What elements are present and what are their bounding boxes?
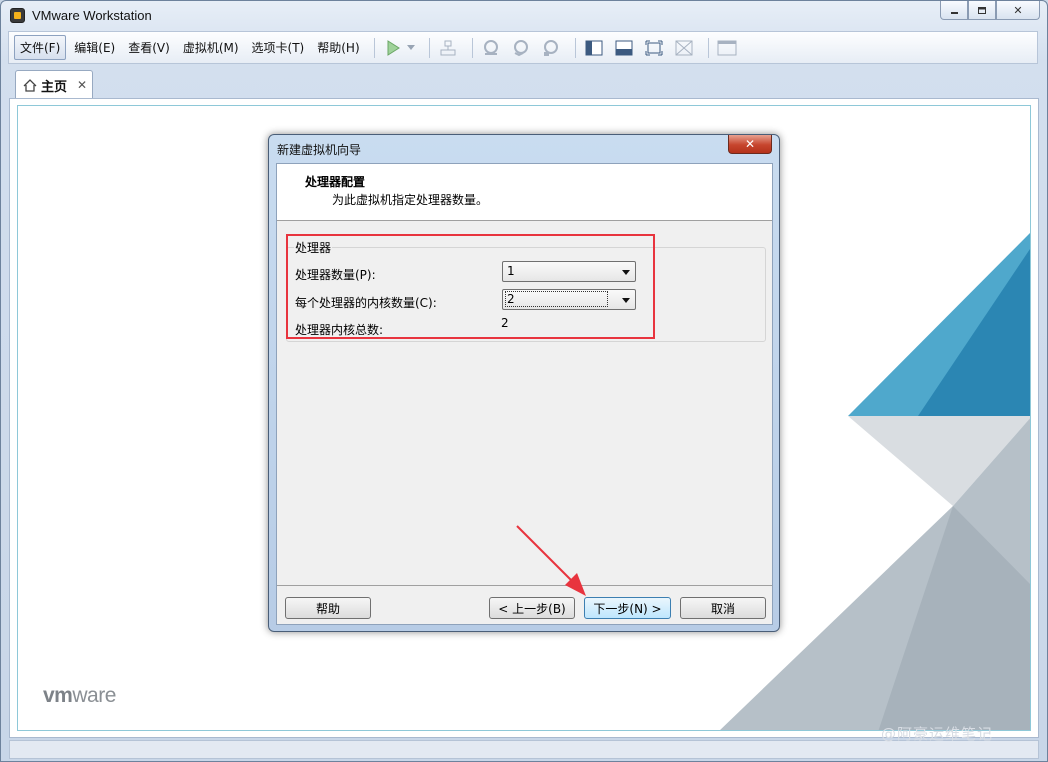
thumbnail-icon[interactable]	[715, 37, 739, 59]
toolbar-separator	[574, 37, 576, 58]
title-bar[interactable]: VMware Workstation ✕	[1, 1, 1047, 29]
cancel-button[interactable]: 取消	[680, 597, 766, 619]
next-button[interactable]: 下一步(N) >	[584, 597, 671, 619]
minimize-icon	[950, 11, 958, 14]
dialog-title: 新建虚拟机向导	[277, 143, 362, 157]
menu-tabs[interactable]: 选项卡(T)	[247, 36, 310, 59]
menu-help[interactable]: 帮助(H)	[312, 36, 364, 59]
console-view-icon[interactable]	[612, 37, 636, 59]
highlight-box	[286, 234, 655, 339]
minimize-button[interactable]	[940, 1, 968, 20]
menu-vm[interactable]: 虚拟机(M)	[178, 36, 244, 59]
unity-icon[interactable]	[672, 37, 696, 59]
snapshot-network-icon[interactable]	[436, 37, 460, 59]
window-controls: ✕	[940, 1, 1040, 21]
back-button[interactable]: < 上一步(B)	[489, 597, 575, 619]
vmware-window: VMware Workstation ✕ 文件(F) 编辑(E) 查看(V) 虚…	[0, 0, 1048, 762]
window-title: VMware Workstation	[32, 8, 152, 23]
toolbar-separator	[373, 37, 375, 58]
snapshot-take-icon[interactable]	[479, 37, 503, 59]
menu-edit[interactable]: 编辑(E)	[69, 36, 120, 59]
wizard-header: 处理器配置 为此虚拟机指定处理器数量。	[277, 164, 772, 221]
tab-close-icon[interactable]: ✕	[77, 78, 87, 92]
close-button[interactable]: ✕	[996, 1, 1040, 20]
menu-toolbar: 文件(F) 编辑(E) 查看(V) 虚拟机(M) 选项卡(T) 帮助(H)	[8, 31, 1038, 64]
new-vm-wizard-dialog: 新建虚拟机向导 ✕ 处理器配置 为此虚拟机指定处理器数量。 处理器 处理器数量(…	[268, 134, 780, 632]
dropdown-arrow-icon[interactable]	[405, 37, 417, 59]
snapshot-manager-icon[interactable]	[539, 37, 563, 59]
wizard-step-title: 处理器配置	[305, 175, 366, 189]
restore-button[interactable]	[968, 1, 996, 20]
toolbar-separator	[707, 37, 709, 58]
restore-icon	[978, 6, 986, 14]
close-icon: ✕	[1013, 3, 1023, 17]
full-screen-icon[interactable]	[642, 37, 666, 59]
toolbar-separator	[428, 37, 430, 58]
wizard-step-description: 为此虚拟机指定处理器数量。	[332, 193, 489, 207]
snapshot-revert-icon[interactable]	[509, 37, 533, 59]
dialog-close-button[interactable]: ✕	[728, 135, 772, 154]
toolbar-separator	[471, 37, 473, 58]
watermark: @阿豪运维笔记	[881, 725, 994, 743]
menu-view[interactable]: 查看(V)	[123, 36, 175, 59]
footer-divider	[277, 585, 772, 586]
dialog-body: 处理器配置 为此虚拟机指定处理器数量。 处理器 处理器数量(P): 1 每个处理…	[276, 163, 773, 625]
tab-home[interactable]: 主页 ✕	[15, 70, 93, 99]
close-icon: ✕	[744, 137, 756, 151]
show-library-icon[interactable]	[582, 37, 606, 59]
help-button[interactable]: 帮助	[285, 597, 371, 619]
home-icon	[23, 78, 37, 92]
vmware-app-icon	[10, 8, 25, 23]
tab-home-label: 主页	[41, 79, 68, 95]
play-icon[interactable]	[381, 37, 405, 59]
menu-file[interactable]: 文件(F)	[14, 35, 67, 60]
vmware-logo: vmware	[43, 684, 116, 707]
